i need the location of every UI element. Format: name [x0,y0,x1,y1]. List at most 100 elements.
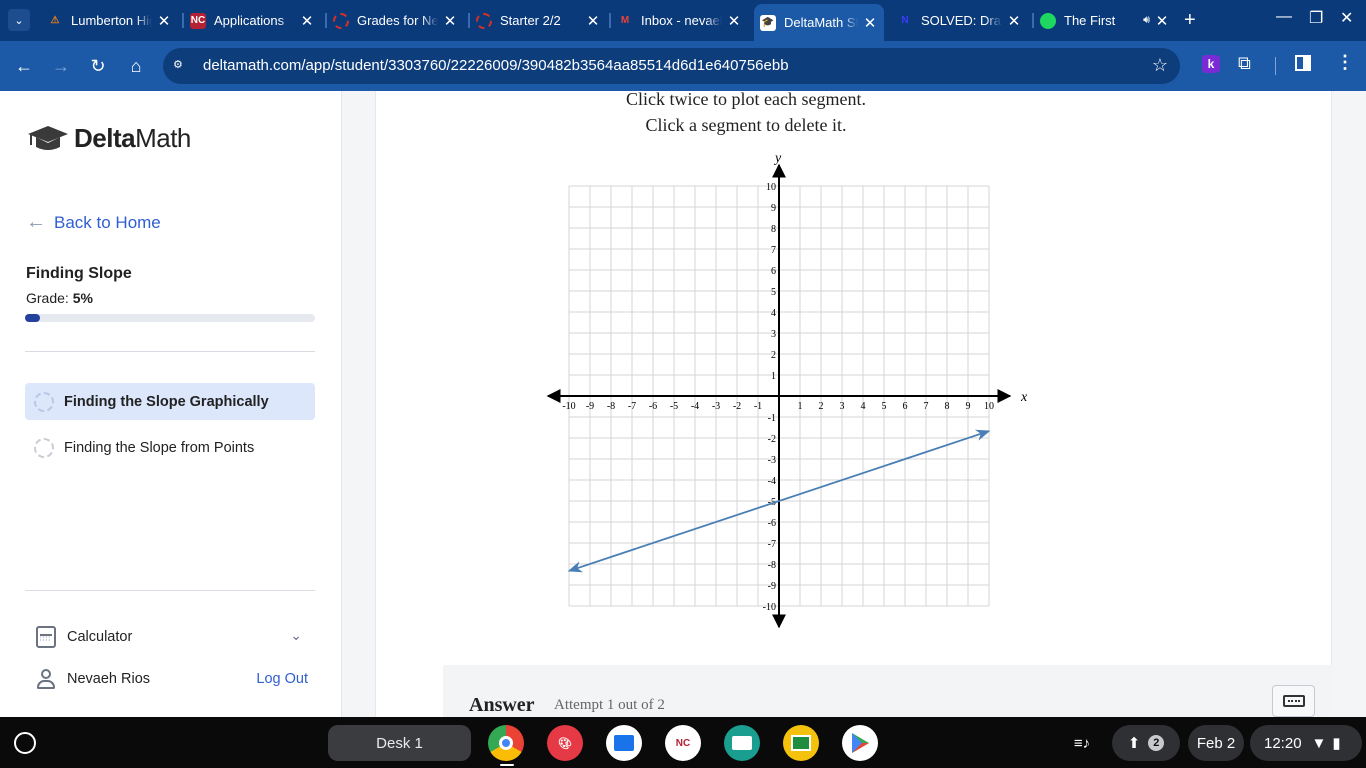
deltamath-logo[interactable]: DeltaMath [26,123,191,154]
x-tick-label: -8 [607,401,615,412]
close-tab-icon[interactable]: ✕ [585,12,601,30]
keyboard-toggle-button[interactable] [1272,685,1315,717]
back-arrow-icon[interactable]: ← [11,53,37,79]
toolbar-divider [1275,57,1276,75]
tab-separator [609,13,611,28]
tab-title: Lumberton High [71,13,152,28]
browser-menu-icon[interactable]: ⋮ [1336,52,1354,73]
y-tick-label: -4 [768,476,776,487]
back-to-home-link[interactable]: ← Back to Home [26,211,161,234]
tab-8[interactable]: The First 🔊︎ ✕ [1040,8,1170,33]
x-tick-label: 5 [882,401,887,412]
x-tick-label: 1 [798,401,803,412]
close-tab-icon[interactable]: ✕ [299,12,315,30]
close-tab-icon[interactable]: ✕ [1154,12,1170,30]
home-icon[interactable]: ⌂ [123,53,149,79]
new-tab-button[interactable]: + [1184,9,1196,32]
bookmark-star-icon[interactable]: ☆ [1152,55,1168,76]
extensions-puzzle-icon[interactable]: ⧉ [1238,53,1251,74]
close-tab-icon[interactable]: ✕ [1006,12,1022,30]
side-panel-icon[interactable] [1295,55,1311,71]
tab-separator [1032,13,1034,28]
y-axis-label: y [773,151,782,166]
numerade-icon: N [901,15,909,26]
x-tick-label: 10 [984,401,994,412]
tab-1[interactable]: ⚠ Lumberton High ✕ [47,8,172,33]
tab-7[interactable]: N SOLVED: Draw ✕ [897,8,1022,33]
y-tick-label: -9 [768,581,776,592]
y-tick-label: -1 [768,413,776,424]
clock: 12:20 [1264,734,1302,752]
close-tab-icon[interactable]: ✕ [442,12,458,30]
chrome-icon[interactable] [488,725,524,761]
close-tab-icon[interactable]: ✕ [156,12,172,30]
skill-finding-slope-graphically[interactable]: Finding the Slope Graphically [25,383,315,420]
coordinate-plane[interactable]: x y -10 -9 -8 -7 -6 -5 -4 -3 -2 -1 1 2 3 4 5 6 7 8 9 10 -10 -9 -… [376,91,1333,631]
media-controls-icon[interactable]: ≡♪ [1064,725,1100,761]
logo-text: DeltaMath [74,123,191,153]
site-info-icon[interactable]: ⚙ [173,58,189,74]
status-tray[interactable]: 12:20 ▼ ▮ [1250,725,1362,761]
restore-icon[interactable]: ❐ [1309,8,1323,28]
close-window-icon[interactable]: ✕ [1340,8,1353,28]
powerschool-icon [333,12,349,29]
tab-3[interactable]: Grades for Nevaeh ✕ [333,8,458,33]
x-tick-label: -3 [712,401,720,412]
skill-finding-slope-from-points[interactable]: Finding the Slope from Points [25,429,315,466]
y-tick-label: 10 [766,182,776,193]
x-tick-label: 2 [819,401,824,412]
grade-progress-fill [25,314,40,322]
files-icon[interactable] [606,725,642,761]
attempt-counter: Attempt 1 out of 2 [554,697,665,713]
x-tick-label: 4 [861,401,866,412]
address-bar[interactable]: ⚙ deltamath.com/app/student/3303760/2222… [163,48,1180,84]
launcher-icon[interactable] [14,732,36,754]
calculator-icon [36,626,56,648]
kami-extension-icon[interactable]: k [1202,55,1220,73]
close-tab-icon[interactable]: ✕ [862,14,878,32]
tab-6[interactable]: 🎓 DeltaMath Student ✕ [754,4,884,41]
graduation-cap-icon [28,125,68,150]
canvas-icon[interactable]: 🎨︎ [547,725,583,761]
back-arrow-icon: ← [26,211,46,233]
running-indicator [500,764,514,766]
deltamath-icon: 🎓 [760,14,776,31]
notifications-tray[interactable]: ⬆ 2 [1112,725,1180,761]
date-tray[interactable]: Feb 2 [1188,725,1244,761]
user-row: Nevaeh Rios Log Out [36,667,308,691]
y-tick-label: -2 [768,434,776,445]
play-store-icon[interactable] [842,725,878,761]
y-tick-label: -6 [768,518,776,529]
progress-ring-icon [34,437,54,458]
tab-4[interactable]: Starter 2/2 ✕ [476,8,601,33]
classroom-icon[interactable] [724,725,760,761]
sidebar: DeltaMath ← Back to Home Finding Slope G… [0,91,342,717]
log-out-link[interactable]: Log Out [256,671,308,687]
y-tick-label: 7 [771,245,776,256]
notification-count: 2 [1148,735,1165,751]
tab-2[interactable]: NC Applications ✕ [190,8,315,33]
grade-text: Grade: 5% [26,290,93,306]
y-tick-label: 9 [771,203,776,214]
desk-button[interactable]: Desk 1 [328,725,471,761]
minimize-icon[interactable]: — [1276,8,1292,26]
tab-5[interactable]: M Inbox - nevaeh ✕ [617,8,742,33]
close-tab-icon[interactable]: ✕ [726,12,742,30]
forward-arrow-icon[interactable]: → [48,53,74,79]
powerschool-icon [476,12,492,29]
ncedcloud-icon[interactable]: NC [665,725,701,761]
browser-toolbar: ← → ↻ ⌂ ⚙ deltamath.com/app/student/3303… [0,41,1366,91]
reload-icon[interactable]: ↻ [85,53,111,79]
assignment-title: Finding Slope [26,265,132,282]
skill-label: Finding the Slope from Points [64,439,255,456]
tab-search-button[interactable]: ⌄ [8,9,30,31]
user-icon [36,668,56,690]
x-tick-label: -2 [733,401,741,412]
y-tick-label: 2 [771,350,776,361]
x-tick-label: -7 [628,401,636,412]
audio-playing-icon[interactable]: 🔊︎ [1143,14,1150,27]
divider [25,590,315,591]
google-classroom-icon[interactable] [783,725,819,761]
calculator-toggle[interactable]: Calculator ⌄ [36,625,306,649]
answer-title: Answer [469,694,535,716]
